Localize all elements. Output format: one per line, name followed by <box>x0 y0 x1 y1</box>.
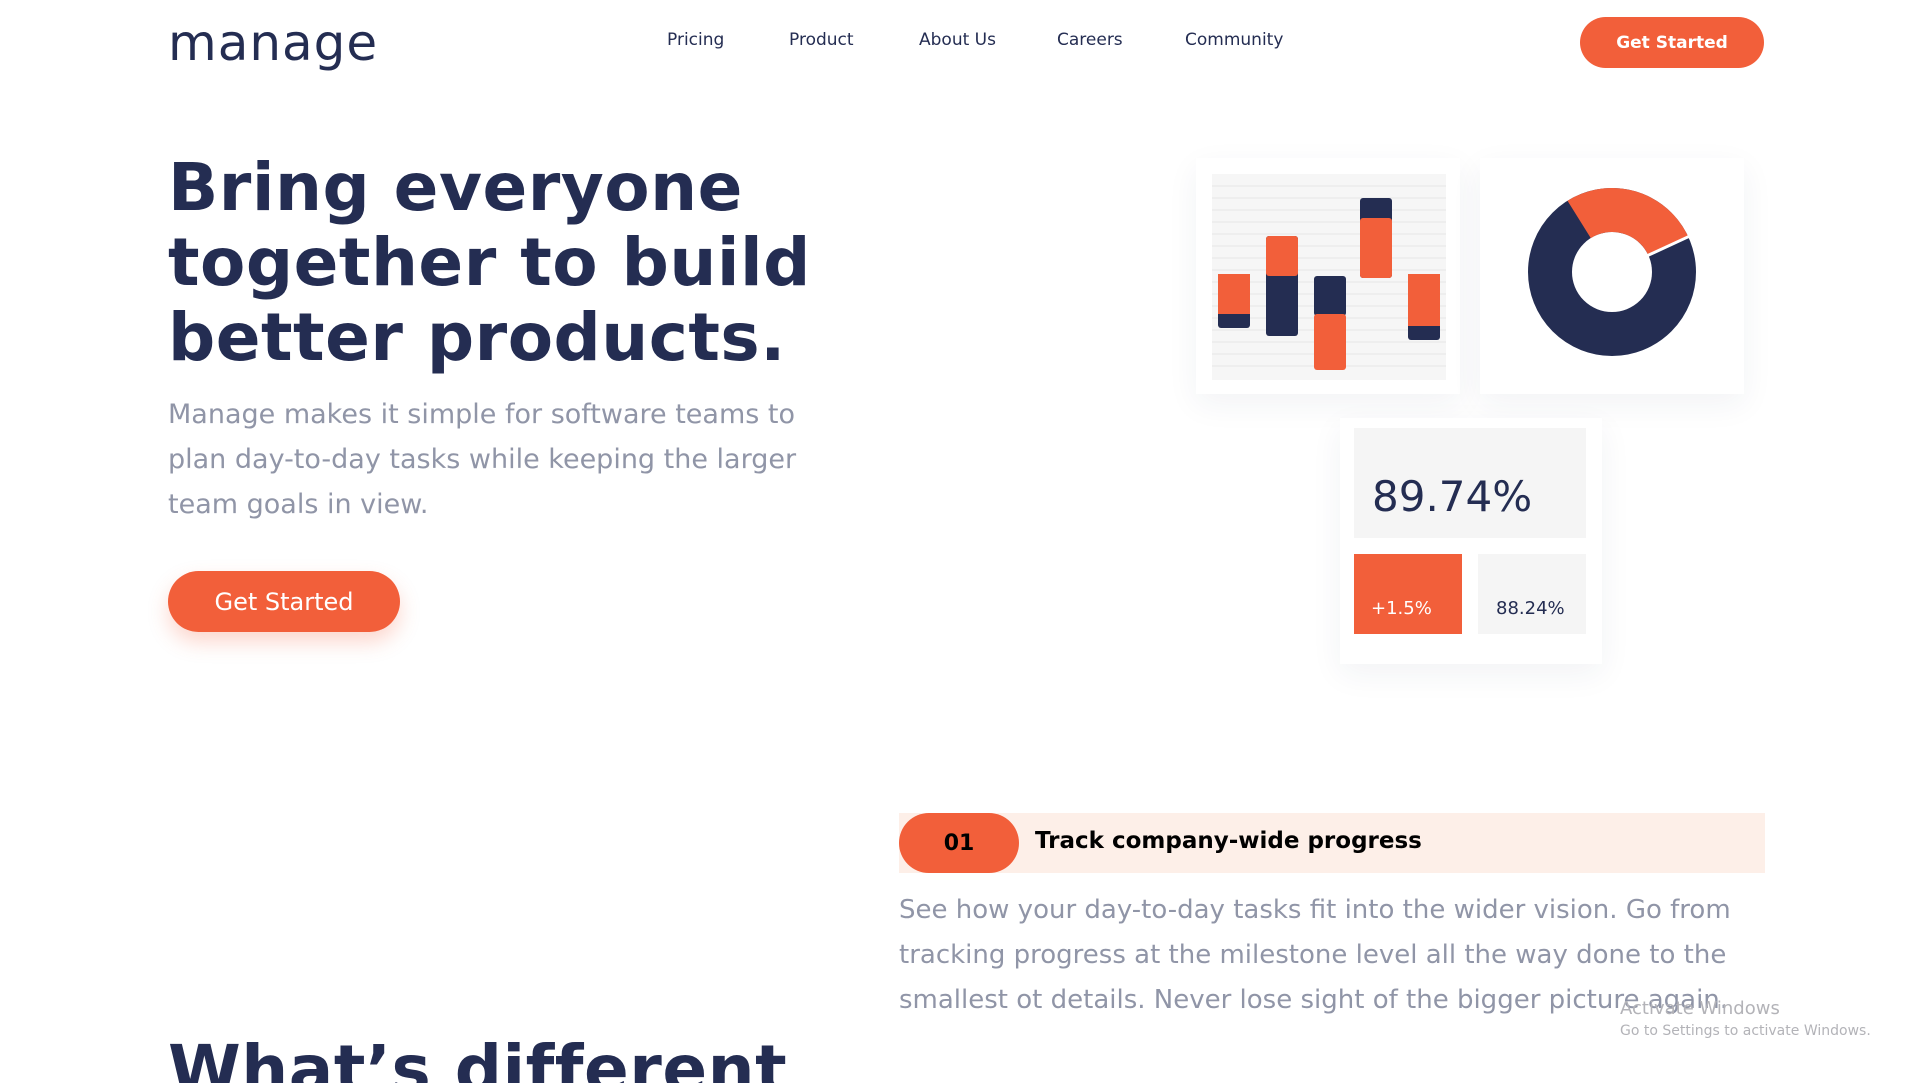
donut-chart-illustration <box>1528 188 1696 356</box>
bar-chart-illustration <box>1212 174 1446 380</box>
donut-chart <box>1528 188 1696 356</box>
stat-main-value: 89.74% <box>1354 428 1586 538</box>
stat-previous-value: 88.24% <box>1478 554 1586 634</box>
bar-5-orange <box>1408 274 1440 326</box>
header-get-started-button[interactable]: Get Started <box>1580 17 1764 68</box>
windows-activation-watermark: Activate Windows Go to Settings to activ… <box>1620 998 1871 1039</box>
bar-1-orange <box>1218 274 1250 314</box>
feature-title: Track company-wide progress <box>1035 828 1422 854</box>
nav-item-pricing[interactable]: Pricing <box>667 30 724 50</box>
stats-card: 89.74% +1.5% 88.24% <box>1340 418 1602 664</box>
nav-item-product[interactable]: Product <box>789 30 854 50</box>
hero-title: Bring everyone together to build better … <box>168 149 811 376</box>
nav-item-careers[interactable]: Careers <box>1057 30 1123 50</box>
hero-get-started-button[interactable]: Get Started <box>168 571 400 632</box>
nav-item-community[interactable]: Community <box>1185 30 1283 50</box>
feature-number-badge: 01 <box>899 813 1019 873</box>
watermark-line-2: Go to Settings to activate Windows. <box>1620 1023 1871 1039</box>
bar-3-orange <box>1314 314 1346 370</box>
page: manage Pricing Product About Us Careers … <box>0 0 1906 1083</box>
nav-item-about-us[interactable]: About Us <box>919 30 996 50</box>
section-title: What’s different <box>168 1031 788 1083</box>
bar-2-orange <box>1266 236 1298 276</box>
hero-subtitle: Manage makes it simple for software team… <box>168 399 797 520</box>
donut-chart-card <box>1480 158 1744 394</box>
bar-3-navy <box>1314 276 1346 316</box>
stat-increase-value: +1.5% <box>1354 554 1462 634</box>
watermark-line-1: Activate Windows <box>1620 998 1780 1019</box>
bar-chart-card <box>1196 158 1460 394</box>
bar-4-orange <box>1360 218 1392 278</box>
